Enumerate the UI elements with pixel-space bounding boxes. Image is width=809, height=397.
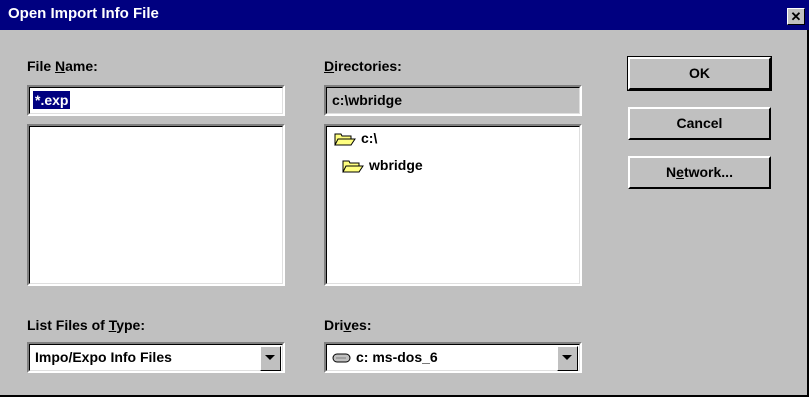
window-title: Open Import Info File xyxy=(8,5,159,22)
directory-item-label: wbridge xyxy=(369,157,423,173)
directory-list[interactable]: c:\ wbridge xyxy=(324,124,582,286)
directory-path-field: c:\wbridge xyxy=(324,85,582,116)
file-name-value: *.exp xyxy=(31,90,72,110)
hard-drive-icon xyxy=(332,353,351,363)
directories-label-accel: D xyxy=(324,58,335,74)
drives-label: Drives: xyxy=(324,317,371,333)
file-type-label-prefix: List Files of xyxy=(27,317,109,333)
file-type-select[interactable]: Impo/Expo Info Files xyxy=(27,342,285,373)
network-label-accel: e xyxy=(676,164,684,180)
drives-select[interactable]: c: ms-dos_6 xyxy=(324,342,582,373)
file-list[interactable] xyxy=(27,124,285,286)
open-folder-icon xyxy=(342,160,364,173)
file-type-label-suffix: ype: xyxy=(116,317,145,333)
close-button[interactable]: ✕ xyxy=(787,8,805,25)
file-name-input[interactable]: *.exp xyxy=(27,85,285,116)
file-name-label-suffix: ame: xyxy=(65,58,98,74)
open-folder-icon xyxy=(334,133,356,146)
drives-dropdown-button[interactable] xyxy=(557,346,578,371)
directories-label-suffix: irectories: xyxy=(334,58,402,74)
drives-label-suffix: es: xyxy=(351,317,372,333)
cancel-button[interactable]: Cancel xyxy=(628,107,771,140)
network-label-suffix: twork... xyxy=(683,164,733,180)
directory-item-label: c:\ xyxy=(361,130,378,146)
directories-label: Directories: xyxy=(324,58,402,74)
directory-item-wbridge[interactable]: wbridge xyxy=(342,157,423,174)
directory-item-root[interactable]: c:\ xyxy=(334,130,377,147)
file-name-label-prefix: File xyxy=(27,58,56,74)
drives-label-prefix: Dri xyxy=(324,317,344,333)
file-name-label-accel: N xyxy=(55,58,66,74)
network-button[interactable]: Network... xyxy=(628,156,771,189)
file-name-label: File Name: xyxy=(27,58,98,74)
ok-button[interactable]: OK xyxy=(627,56,772,91)
network-label-prefix: N xyxy=(666,164,677,180)
chevron-down-icon xyxy=(265,355,275,360)
file-type-dropdown-button[interactable] xyxy=(260,346,281,371)
file-type-label: List Files of Type: xyxy=(27,317,145,333)
drives-value-wrap: c: ms-dos_6 xyxy=(332,349,438,365)
drives-value: c: ms-dos_6 xyxy=(356,349,438,365)
chevron-down-icon xyxy=(562,355,572,360)
file-type-value: Impo/Expo Info Files xyxy=(35,349,172,365)
close-icon: ✕ xyxy=(790,9,802,24)
directory-path: c:\wbridge xyxy=(332,92,403,108)
